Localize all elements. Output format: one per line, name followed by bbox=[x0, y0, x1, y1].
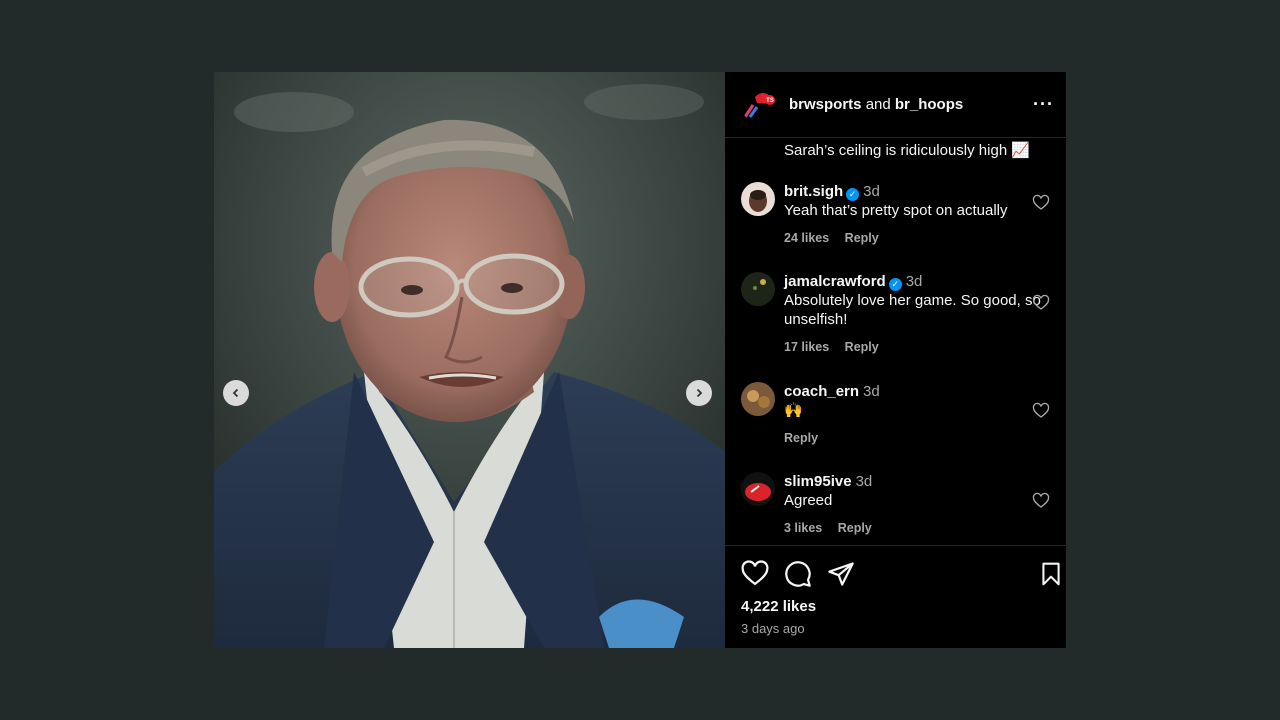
commenter-avatar[interactable] bbox=[741, 472, 775, 506]
comment-likes[interactable]: 24 likes bbox=[784, 231, 829, 245]
comment-icon[interactable] bbox=[784, 560, 812, 588]
likes-count[interactable]: 4,222 likes bbox=[741, 598, 1066, 615]
chevron-right-icon bbox=[696, 388, 703, 398]
comment-likes[interactable]: 17 likes bbox=[784, 340, 829, 354]
author-primary-link[interactable]: brwsports bbox=[789, 96, 862, 113]
verified-badge-icon: ✓ bbox=[888, 278, 902, 291]
comment-item: jamalcrawford ✓ 3d Absolutely love her gam… bbox=[741, 272, 1050, 382]
heart-icon[interactable] bbox=[1032, 194, 1050, 212]
authors-joiner: and bbox=[865, 96, 891, 113]
previous-media-button[interactable] bbox=[223, 380, 249, 406]
next-media-button[interactable] bbox=[686, 380, 712, 406]
chevron-left-icon bbox=[232, 388, 239, 398]
heart-icon[interactable] bbox=[741, 560, 769, 588]
comment-likes[interactable]: 3 likes bbox=[784, 521, 822, 535]
verified-badge-icon: ✓ bbox=[846, 188, 860, 201]
post-actions: 4,222 likes 3 days ago bbox=[725, 545, 1066, 648]
comment-time[interactable]: 3d bbox=[856, 473, 873, 490]
reply-button[interactable]: Reply bbox=[838, 521, 872, 535]
more-options-button[interactable]: ··· bbox=[1033, 94, 1054, 115]
heart-icon[interactable] bbox=[1032, 294, 1050, 312]
comment-time[interactable]: 3d bbox=[906, 273, 923, 290]
comment-time[interactable]: 3d bbox=[863, 383, 880, 400]
avatar-image bbox=[741, 472, 775, 506]
comment-username[interactable]: brit.sigh bbox=[784, 183, 843, 200]
comments-list[interactable]: Sarah’s ceiling is ridiculously high 📈 b… bbox=[725, 138, 1066, 545]
caption-text: Sarah’s ceiling is ridiculously high 📈 bbox=[784, 142, 1031, 159]
post-authors: brwsports and br_hoops bbox=[789, 96, 1033, 113]
comment-item: brit.sigh ✓ 3d Yeah that’s pretty spot on … bbox=[741, 182, 1050, 272]
bookmark-icon[interactable] bbox=[1038, 560, 1064, 588]
avatar-image bbox=[741, 382, 775, 416]
heart-icon[interactable] bbox=[1032, 492, 1050, 510]
post-video[interactable] bbox=[214, 72, 725, 648]
reply-button[interactable]: Reply bbox=[784, 431, 818, 445]
post-header: TS brwsports and br_hoops ··· bbox=[725, 72, 1066, 138]
comments-panel: TS brwsports and br_hoops ··· Sarah’s ce… bbox=[725, 72, 1066, 648]
comment-text: Yeah that’s pretty spot on actually bbox=[784, 202, 1008, 219]
avatar-image bbox=[741, 272, 775, 306]
comment-text: Absolutely love her game. So good, so un… bbox=[784, 292, 1041, 328]
commenter-avatar[interactable] bbox=[741, 382, 775, 416]
comment-text: Agreed bbox=[784, 492, 833, 509]
brwsports-logo-icon: TS bbox=[741, 86, 777, 123]
comment-time[interactable]: 3d bbox=[863, 183, 880, 200]
post-time[interactable]: 3 days ago bbox=[741, 621, 1066, 636]
post-modal: TS brwsports and br_hoops ··· Sarah’s ce… bbox=[214, 72, 1066, 648]
share-icon[interactable] bbox=[827, 560, 855, 588]
interview-frame-image bbox=[214, 72, 725, 648]
author-secondary-link[interactable]: br_hoops bbox=[895, 96, 963, 113]
commenter-avatar[interactable] bbox=[741, 272, 775, 306]
reply-button[interactable]: Reply bbox=[845, 231, 879, 245]
comment-text: 🙌 bbox=[784, 402, 803, 419]
comment-item: coach_ern 3d 🙌 Reply bbox=[741, 382, 1050, 472]
author-avatar[interactable]: TS bbox=[741, 86, 777, 123]
commenter-avatar[interactable] bbox=[741, 182, 775, 216]
comment-item: slim95ive 3d Agreed 3 likes Reply bbox=[741, 472, 1050, 542]
comment-username[interactable]: coach_ern bbox=[784, 383, 859, 400]
reply-button[interactable]: Reply bbox=[845, 340, 879, 354]
heart-icon[interactable] bbox=[1032, 402, 1050, 420]
avatar-image bbox=[741, 182, 775, 216]
comment-username[interactable]: jamalcrawford bbox=[784, 273, 886, 290]
comment-username[interactable]: slim95ive bbox=[784, 473, 852, 490]
svg-text:TS: TS bbox=[766, 98, 774, 104]
